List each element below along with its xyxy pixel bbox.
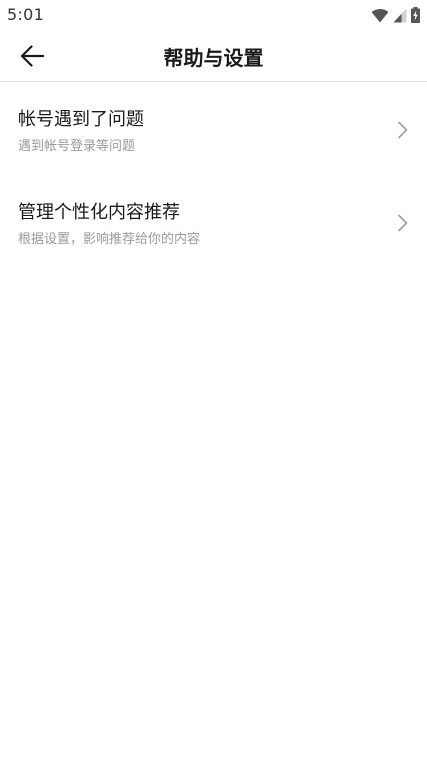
wifi-icon — [371, 8, 389, 23]
battery-charging-icon — [411, 7, 420, 23]
item-subtitle: 根据设置，影响推荐给你的内容 — [18, 232, 201, 247]
item-subtitle: 遇到帐号登录等问题 — [18, 139, 136, 154]
list-item-account-problem[interactable]: 帐号遇到了问题 遇到帐号登录等问题 — [0, 83, 427, 176]
status-bar: 5:01 — [0, 0, 427, 30]
help-settings-screen: 5:01 帮助与设置 帐号遇到了问题 遇到帐号登录等问题 管理个性化内容推荐 根… — [0, 0, 427, 760]
item-title: 帐号遇到了问题 — [18, 109, 144, 130]
chevron-right-icon — [397, 121, 409, 139]
cellular-signal-icon — [393, 8, 407, 23]
page-title: 帮助与设置 — [163, 46, 264, 70]
settings-list: 帐号遇到了问题 遇到帐号登录等问题 管理个性化内容推荐 根据设置，影响推荐给你的… — [0, 83, 427, 269]
chevron-right-icon — [397, 214, 409, 232]
list-item-personalized-recommendations[interactable]: 管理个性化内容推荐 根据设置，影响推荐给你的内容 — [0, 176, 427, 269]
app-bar: 帮助与设置 — [0, 30, 427, 82]
item-title: 管理个性化内容推荐 — [18, 202, 180, 223]
status-icons — [371, 6, 420, 24]
status-time: 5:01 — [7, 5, 45, 24]
